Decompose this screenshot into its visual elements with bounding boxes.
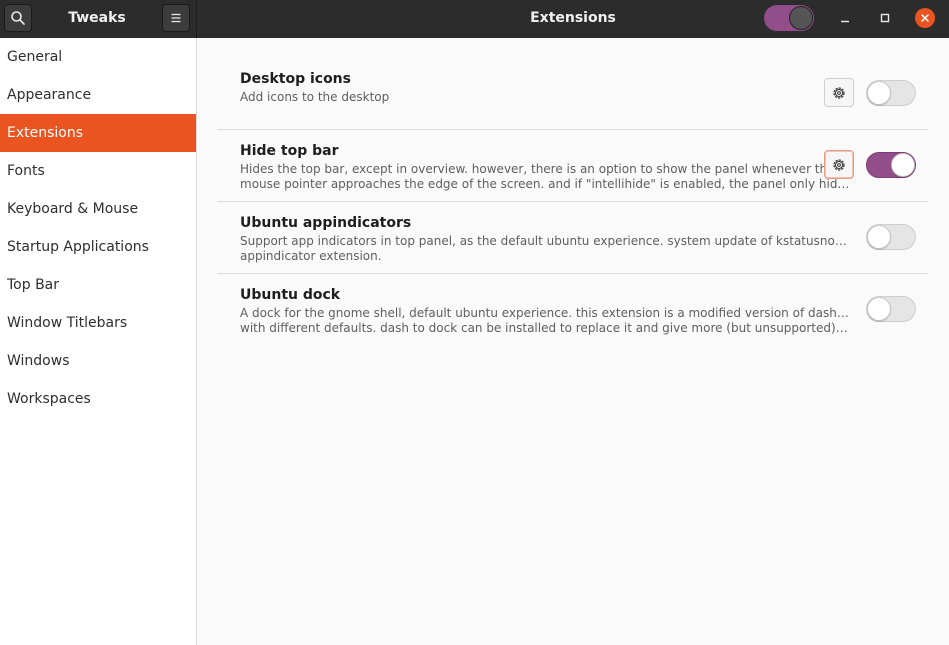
- extension-settings-button[interactable]: [824, 150, 854, 179]
- minimize-icon: [841, 20, 849, 23]
- maximize-button[interactable]: [875, 8, 895, 28]
- extension-description: Support app indicators in top panel, as …: [240, 234, 850, 264]
- dark-mode-switch-knob: [789, 6, 813, 30]
- menu-button[interactable]: [162, 4, 190, 32]
- extension-row-hide-top-bar: Hide top bar Hides the top bar, except i…: [218, 130, 928, 202]
- extension-name: Hide top bar: [240, 143, 339, 159]
- toggle-knob: [867, 81, 891, 105]
- close-button[interactable]: [915, 8, 935, 28]
- app-title: Tweaks: [68, 10, 126, 26]
- extension-description-line: A dock for the gnome shell, default ubun…: [240, 306, 850, 320]
- extension-name: Desktop icons: [240, 71, 351, 87]
- extension-description-line: appindicator extension.: [240, 249, 382, 263]
- maximize-icon: [880, 13, 890, 23]
- extension-description: A dock for the gnome shell, default ubun…: [240, 306, 850, 336]
- sidebar-item-appearance[interactable]: Appearance: [0, 76, 196, 114]
- extension-description-line: with different defaults. dash to dock ca…: [240, 321, 850, 335]
- sidebar-item-window-titlebars[interactable]: Window Titlebars: [0, 304, 196, 342]
- extension-toggle[interactable]: [866, 152, 916, 178]
- sidebar-item-fonts[interactable]: Fonts: [0, 152, 196, 190]
- extension-row-ubuntu-appindicators: Ubuntu appindicators Support app indicat…: [218, 202, 928, 274]
- extension-description: Add icons to the desktop: [240, 90, 850, 105]
- search-icon: [11, 11, 25, 25]
- extension-row-desktop-icons: Desktop icons Add icons to the desktop: [218, 58, 928, 130]
- extension-name: Ubuntu dock: [240, 287, 341, 303]
- toggle-knob: [891, 153, 915, 177]
- minimize-button[interactable]: [835, 8, 855, 28]
- sidebar-item-extensions[interactable]: Extensions: [0, 114, 196, 152]
- gear-icon: [833, 86, 845, 99]
- sidebar-item-top-bar[interactable]: Top Bar: [0, 266, 196, 304]
- extension-toggle[interactable]: [866, 80, 916, 106]
- sidebar-item-keyboard-mouse[interactable]: Keyboard & Mouse: [0, 190, 196, 228]
- extension-toggle[interactable]: [866, 296, 916, 322]
- sidebar-item-startup-applications[interactable]: Startup Applications: [0, 228, 196, 266]
- search-button[interactable]: [4, 4, 32, 32]
- gear-icon: [833, 158, 845, 171]
- toggle-knob: [867, 225, 891, 249]
- extension-description-line: Hides the top bar, except in overview. h…: [240, 162, 835, 176]
- extension-settings-button[interactable]: [824, 78, 854, 107]
- extension-description-line: mouse pointer approaches the edge of the…: [240, 177, 850, 191]
- extension-description-line: Add icons to the desktop: [240, 90, 390, 104]
- sidebar-header: Tweaks: [0, 0, 196, 38]
- extension-row-ubuntu-dock: Ubuntu dock A dock for the gnome shell, …: [218, 274, 928, 346]
- extension-description: Hides the top bar, except in overview. h…: [240, 162, 850, 192]
- close-icon: [921, 14, 929, 22]
- dark-mode-switch[interactable]: [764, 5, 814, 31]
- header-bar: Tweaks Extensions: [0, 0, 949, 38]
- extension-description-line: Support app indicators in top panel, as …: [240, 234, 850, 248]
- sidebar: General Appearance Extensions Fonts Keyb…: [0, 38, 197, 645]
- extension-toggle[interactable]: [866, 224, 916, 250]
- sidebar-item-windows[interactable]: Windows: [0, 342, 196, 380]
- extensions-panel: Desktop icons Add icons to the desktop H…: [198, 38, 949, 645]
- toggle-knob: [867, 297, 891, 321]
- sidebar-item-general[interactable]: General: [0, 38, 196, 76]
- extensions-list: Desktop icons Add icons to the desktop H…: [218, 58, 928, 346]
- sidebar-item-workspaces[interactable]: Workspaces: [0, 380, 196, 418]
- hamburger-menu-icon: [171, 13, 181, 23]
- extension-name: Ubuntu appindicators: [240, 215, 412, 231]
